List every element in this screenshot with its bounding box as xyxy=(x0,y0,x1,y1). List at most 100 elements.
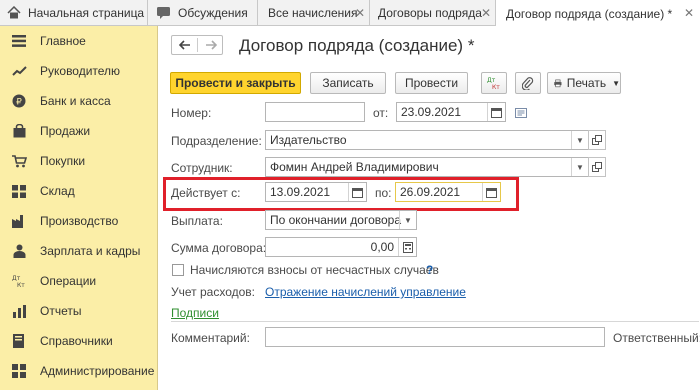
tab-discussions[interactable]: Обсуждения xyxy=(148,0,258,26)
chevron-down-icon[interactable]: ▼ xyxy=(571,158,588,176)
amount-field[interactable]: 0,00 xyxy=(265,237,417,257)
page-title: Договор подряда (создание) * xyxy=(239,36,475,55)
post-button[interactable]: Провести xyxy=(395,72,468,94)
dt-kt-button[interactable]: Дт Кт xyxy=(481,72,507,94)
dt-kt-icon: Дт Кт xyxy=(11,273,27,289)
sidebar-item-reports[interactable]: Отчеты xyxy=(0,296,158,326)
comment-field[interactable] xyxy=(265,327,605,347)
insurance-checkbox-label: Начисляются взносы от несчастных случаев xyxy=(190,263,439,277)
number-field[interactable] xyxy=(265,102,365,122)
sidebar-item-warehouse[interactable]: Склад xyxy=(0,176,158,206)
chevron-down-icon[interactable]: ▼ xyxy=(571,131,588,149)
sidebar-item-operations[interactable]: Дт Кт Операции xyxy=(0,266,158,296)
tab-contract-create[interactable]: Договор подряда (создание) * ✕ xyxy=(496,0,700,27)
date-value: 23.09.2021 xyxy=(401,105,462,119)
coin-icon: ₽ xyxy=(11,93,27,109)
sidebar-item-label: Производство xyxy=(40,214,119,228)
valid-to-label: по: xyxy=(375,186,392,200)
arrow-left-icon xyxy=(178,40,190,50)
close-icon[interactable]: ✕ xyxy=(481,6,491,20)
calendar-icon[interactable] xyxy=(482,183,500,201)
arrow-right-icon xyxy=(205,40,217,50)
sidebar-item-sales[interactable]: Продажи xyxy=(0,116,158,146)
bag-icon xyxy=(11,123,27,139)
valid-from-field[interactable]: 13.09.2021 xyxy=(265,182,367,202)
tab-contracts[interactable]: Договоры подряда ✕ xyxy=(370,0,496,26)
dt-kt-icon: Дт Кт xyxy=(487,77,500,91)
sidebar-item-label: Покупки xyxy=(40,154,86,168)
divider xyxy=(171,321,699,322)
sidebar-item-purchases[interactable]: Покупки xyxy=(0,146,158,176)
sidebar-item-label: Банк и касса xyxy=(40,94,111,108)
close-icon[interactable]: ✕ xyxy=(684,6,694,20)
back-button[interactable] xyxy=(172,36,197,54)
sidebar-item-bank[interactable]: ₽ Банк и касса xyxy=(0,86,158,116)
sidebar-item-label: Операции xyxy=(40,274,97,288)
tab-all-accruals[interactable]: Все начисления ✕ xyxy=(258,0,370,26)
sidebar-item-label: Администрирование xyxy=(40,364,155,378)
open-department-button[interactable] xyxy=(588,130,606,150)
home-icon xyxy=(7,5,21,22)
svg-text:Кт: Кт xyxy=(17,282,25,288)
responsible-label: Ответственный: xyxy=(613,331,700,345)
open-icon xyxy=(592,162,602,172)
payment-label: Выплата: xyxy=(171,214,223,228)
expense-link[interactable]: Отражение начислений управление xyxy=(265,285,466,299)
nav-buttons xyxy=(171,35,223,55)
expense-label: Учет расходов: xyxy=(171,285,255,299)
open-employee-button[interactable] xyxy=(588,157,606,177)
trend-icon xyxy=(11,63,27,79)
calculator-icon[interactable] xyxy=(398,238,416,256)
document-form: Договор подряда (создание) * Провести и … xyxy=(159,27,700,390)
sidebar-item-salary[interactable]: Зарплата и кадры xyxy=(0,236,158,266)
sidebar-item-production[interactable]: Производство xyxy=(0,206,158,236)
valid-from-value: 13.09.2021 xyxy=(270,185,331,199)
sidebar-item-catalogs[interactable]: Справочники xyxy=(0,326,158,356)
open-icon xyxy=(592,135,602,145)
payment-select[interactable]: По окончании договора ▼ xyxy=(265,210,417,230)
insurance-checkbox[interactable] xyxy=(172,264,184,276)
chevron-down-icon[interactable]: ▼ xyxy=(399,211,416,229)
gear-icon xyxy=(11,363,27,379)
warehouse-icon xyxy=(11,183,27,199)
sidebar-item-main[interactable]: Главное xyxy=(0,26,158,56)
document-note-icon[interactable] xyxy=(515,107,527,121)
employee-field[interactable]: Фомин Андрей Владимирович ▼ xyxy=(265,157,589,177)
date-field[interactable]: 23.09.2021 xyxy=(396,102,506,122)
sidebar-item-label: Продажи xyxy=(40,124,91,138)
forward-button[interactable] xyxy=(198,36,223,54)
tab-bar: Начальная страница Обсуждения Все начисл… xyxy=(0,0,700,27)
sidebar-item-label: Руководителю xyxy=(40,64,121,78)
close-icon[interactable]: ✕ xyxy=(355,6,365,20)
amount-value: 0,00 xyxy=(370,240,394,254)
svg-text:₽: ₽ xyxy=(16,98,22,108)
department-field[interactable]: Издательство ▼ xyxy=(265,130,589,150)
post-and-close-button[interactable]: Провести и закрыть xyxy=(170,72,301,94)
calendar-icon[interactable] xyxy=(487,103,505,121)
signatures-link[interactable]: Подписи xyxy=(171,306,219,320)
book-icon xyxy=(11,333,27,349)
printer-icon xyxy=(554,79,562,87)
chat-icon xyxy=(156,6,171,22)
attach-button[interactable] xyxy=(515,72,541,94)
sidebar-item-label: Зарплата и кадры xyxy=(40,244,141,258)
save-button[interactable]: Записать xyxy=(310,72,386,94)
sidebar-item-admin[interactable]: Администрирование xyxy=(0,356,158,386)
amount-label: Сумма договора: xyxy=(171,241,267,255)
comment-label: Комментарий: xyxy=(171,331,250,345)
print-button[interactable]: Печать ▼ xyxy=(547,72,621,94)
valid-to-field[interactable]: 26.09.2021 xyxy=(395,182,501,202)
calendar-icon[interactable] xyxy=(348,183,366,201)
svg-text:Кт: Кт xyxy=(492,84,500,91)
chevron-down-icon: ▼ xyxy=(612,78,620,88)
employee-value: Фомин Андрей Владимирович xyxy=(270,160,439,174)
date-label: от: xyxy=(373,106,389,120)
tab-label: Договоры подряда xyxy=(378,6,482,20)
sidebar-item-director[interactable]: Руководителю xyxy=(0,56,158,86)
department-label: Подразделение: xyxy=(171,134,262,148)
sidebar-item-label: Склад xyxy=(40,184,75,198)
tab-home[interactable]: Начальная страница xyxy=(0,0,148,26)
help-link[interactable]: ? xyxy=(426,263,433,277)
svg-text:Дт: Дт xyxy=(487,77,496,84)
sidebar-item-label: Отчеты xyxy=(40,304,82,318)
